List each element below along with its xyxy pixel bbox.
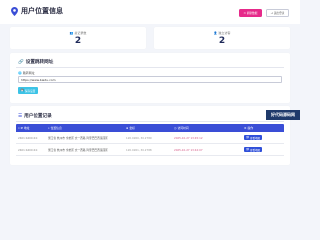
crosshair-icon: ⊕ bbox=[126, 126, 129, 130]
col-time: ◷ 访问时间 bbox=[174, 126, 189, 130]
stat-value: 2 bbox=[218, 35, 226, 46]
map-icon: 🗺 bbox=[246, 148, 250, 151]
page-title: 用户位置信息 bbox=[21, 7, 63, 15]
gear-icon: ⚙ bbox=[244, 126, 247, 130]
col-location: ⌖ 位置信息 bbox=[48, 126, 62, 130]
table-header: ⌗ IP 地址 ⌖ 位置信息 ⊕ 坐标 ◷ 访问时间 ⚙ 操作 bbox=[16, 124, 284, 132]
map-icon: 🗺 bbox=[246, 136, 250, 139]
cell-location: 浙江省 杭州市 余杭区 文一西路 阿里巴巴西溪园区 bbox=[48, 135, 108, 140]
divider bbox=[16, 121, 284, 122]
cell-time: 2025-10-27 13:45:12 bbox=[174, 135, 203, 140]
col-coords: ⊕ 坐标 bbox=[126, 126, 135, 130]
cell-time: 2025-10-27 13:42:07 bbox=[174, 147, 203, 152]
map-marker-icon: ⌖ bbox=[48, 126, 50, 130]
logout-button[interactable]: ⇥ 退出登录 bbox=[266, 9, 289, 17]
users-icon: 👥 bbox=[69, 30, 74, 35]
cell-coords: 120.0260, 30.2789 bbox=[126, 135, 152, 140]
user-icon: 👤 bbox=[213, 30, 218, 35]
view-map-button[interactable]: 🗺 查看地图 bbox=[244, 146, 262, 153]
stat-card-visitors: 👤 独立访客 2 bbox=[154, 27, 290, 49]
table-row: 2401:b200:24: 浙江省 杭州市 余杭区 文一西路 阿里巴巴西溪园区 … bbox=[16, 132, 284, 144]
records-table: ⌗ IP 地址 ⌖ 位置信息 ⊕ 坐标 ◷ 访问时间 ⚙ 操作 2401:b20… bbox=[16, 124, 284, 156]
redirect-url-input[interactable]: https://www.baidu.com bbox=[18, 76, 282, 83]
table-row: 2401:b200:24: 浙江省 杭州市 余杭区 文一西路 阿里巴巴西溪园区 … bbox=[16, 144, 284, 156]
stat-value: 2 bbox=[74, 35, 82, 46]
view-map-button[interactable]: 🗺 查看地图 bbox=[244, 134, 262, 141]
divider bbox=[16, 67, 284, 68]
panel-title: ☰ 用户位置记录 bbox=[18, 113, 52, 120]
panel-title: 🔗 设置跳转网址 bbox=[18, 59, 54, 66]
col-action: ⚙ 操作 bbox=[244, 126, 254, 130]
clock-icon: ◷ bbox=[174, 126, 177, 130]
link-icon: 🔗 bbox=[18, 59, 24, 65]
refresh-label: 刷新数据 bbox=[246, 12, 258, 15]
top-header: 用户位置信息 ⟳ 刷新数据 ⇥ 退出登录 bbox=[0, 0, 300, 24]
map-pin-icon bbox=[11, 7, 18, 16]
stat-label: 👥 总记录数 bbox=[69, 30, 87, 35]
save-icon: 💾 bbox=[20, 89, 24, 92]
cell-action: 🗺 查看地图 bbox=[242, 134, 284, 141]
cell-coords: 120.0261, 30.2788 bbox=[126, 147, 152, 152]
watermark-badge: 好代码源码网 bbox=[266, 110, 300, 120]
col-ip: ⌗ IP 地址 bbox=[18, 126, 30, 130]
redirect-settings-panel: 🔗 设置跳转网址 🌐 跳转网址 https://www.baidu.com 💾 … bbox=[10, 53, 290, 103]
list-icon: ☰ bbox=[18, 113, 23, 119]
network-icon: ⌗ bbox=[18, 126, 20, 130]
globe-icon: 🌐 bbox=[18, 71, 22, 75]
stat-label: 👤 独立访客 bbox=[213, 30, 231, 35]
cell-ip: 2401:b200:24: bbox=[18, 147, 38, 152]
cell-location: 浙江省 杭州市 余杭区 文一西路 阿里巴巴西溪园区 bbox=[48, 147, 108, 152]
field-label: 🌐 跳转网址 bbox=[18, 71, 35, 75]
cell-action: 🗺 查看地图 bbox=[242, 146, 284, 153]
logout-label: 退出登录 bbox=[273, 12, 285, 15]
save-settings-button[interactable]: 💾 保存设置 bbox=[18, 87, 38, 94]
refresh-icon: ⟳ bbox=[243, 11, 246, 15]
logout-icon: ⇥ bbox=[270, 11, 273, 15]
cell-ip: 2401:b200:24: bbox=[18, 135, 38, 140]
refresh-button[interactable]: ⟳ 刷新数据 bbox=[239, 9, 262, 17]
stat-card-total: 👥 总记录数 2 bbox=[10, 27, 146, 49]
